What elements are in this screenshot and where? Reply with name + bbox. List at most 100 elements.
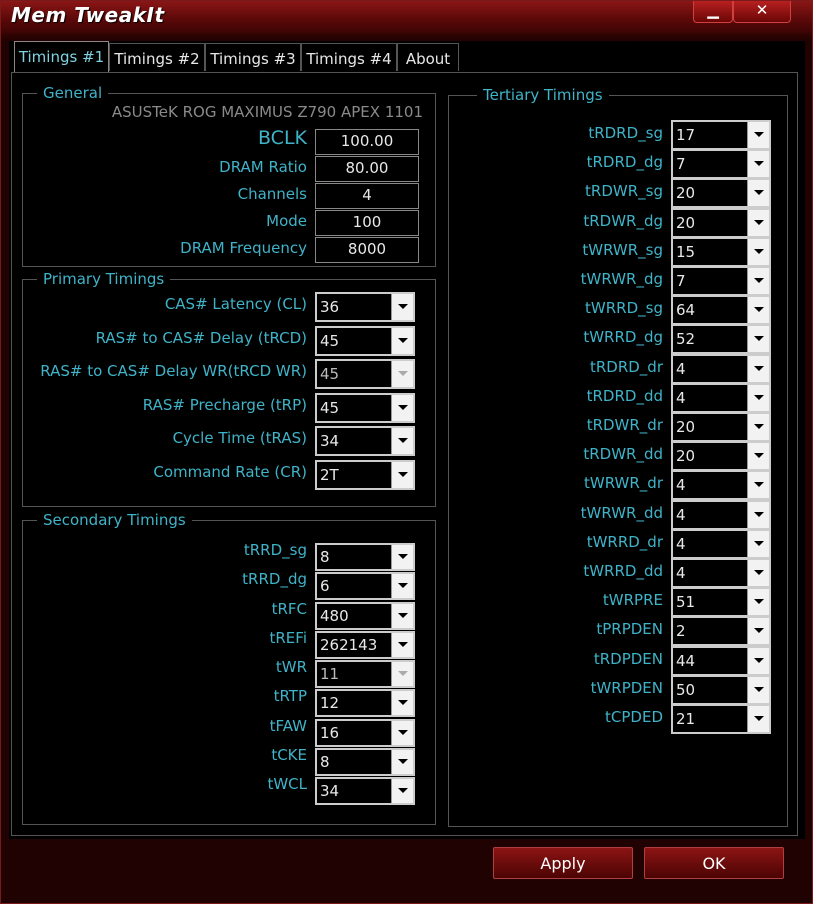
tertiary-tprpden-select[interactable]: 2 (671, 616, 771, 646)
tab-timings-1[interactable]: Timings #1 (14, 41, 109, 73)
dropdown-button[interactable] (391, 750, 413, 774)
dropdown-button[interactable] (391, 294, 413, 320)
primary-ras-to-cas-delay-trcd-select[interactable]: 45 (315, 326, 415, 356)
dropdown-button[interactable] (391, 395, 413, 421)
select-value: 4 (676, 360, 686, 378)
tab-timings-4[interactable]: Timings #4 (301, 43, 397, 71)
chevron-down-icon (754, 599, 764, 604)
dropdown-button[interactable] (391, 545, 413, 569)
dropdown-button[interactable] (747, 706, 769, 732)
secondary-twcl-select[interactable]: 34 (315, 777, 415, 805)
tertiary-trdwr-dr-select[interactable]: 20 (671, 412, 771, 442)
tertiary-twrrd-sg-select[interactable]: 64 (671, 295, 771, 325)
tertiary-twrwr-dr-select[interactable]: 4 (671, 470, 771, 500)
dropdown-button[interactable] (391, 574, 413, 598)
tab-panel: General ASUSTeK ROG MAXIMUS Z790 APEX 11… (11, 72, 798, 836)
secondary-tcke-select[interactable]: 8 (315, 748, 415, 776)
select-value: 34 (320, 782, 340, 800)
dropdown-button[interactable] (747, 414, 769, 440)
tertiary-twrpden-select[interactable]: 50 (671, 675, 771, 705)
dropdown-button[interactable] (747, 385, 769, 411)
title-bar[interactable]: Mem TweakIt ▁ ✕ (1, 1, 812, 33)
select-value: 64 (676, 301, 696, 319)
dropdown-button[interactable] (747, 210, 769, 236)
tertiary-trdrd-dd-label: tRDRD_dd (586, 387, 663, 405)
dropdown-button[interactable] (747, 531, 769, 557)
dropdown-button[interactable] (391, 428, 413, 454)
tertiary-trdrd-dr-select[interactable]: 4 (671, 354, 771, 384)
dropdown-button[interactable] (391, 462, 413, 488)
primary-ras-to-cas-delay-wr-trcd-wr-select: 45 (315, 359, 415, 389)
tertiary-trdrd-sg-select[interactable]: 17 (671, 120, 771, 150)
tab-timings-2[interactable]: Timings #2 (109, 43, 205, 71)
dropdown-button[interactable] (747, 326, 769, 352)
primary-ras-to-cas-delay-wr-trcd-wr-label: RAS# to CAS# Delay WR(tRCD WR) (40, 362, 307, 380)
tertiary-trdrd-dg-select[interactable]: 7 (671, 149, 771, 179)
primary-cycle-time-tras-select[interactable]: 34 (315, 426, 415, 456)
dropdown-button[interactable] (747, 122, 769, 148)
dropdown-button[interactable] (747, 180, 769, 206)
dropdown-button[interactable] (747, 472, 769, 498)
secondary-trefi-select[interactable]: 262143 (315, 631, 415, 659)
primary-cas-latency-cl-select[interactable]: 36 (315, 292, 415, 322)
chevron-down-icon (754, 541, 764, 546)
select-value: 21 (676, 710, 696, 728)
secondary-trrd-sg-select[interactable]: 8 (315, 543, 415, 571)
tertiary-trdrd-dd-select[interactable]: 4 (671, 383, 771, 413)
tertiary-twrrd-dd-select[interactable]: 4 (671, 558, 771, 588)
tertiary-tcpded-select[interactable]: 21 (671, 704, 771, 734)
dropdown-button[interactable] (747, 356, 769, 382)
minimize-button[interactable]: ▁ (693, 1, 733, 23)
dropdown-button[interactable] (391, 691, 413, 715)
select-value: 6 (320, 577, 330, 595)
dropdown-button[interactable] (747, 677, 769, 703)
secondary-trtp-select[interactable]: 12 (315, 689, 415, 717)
dropdown-button[interactable] (747, 502, 769, 528)
dropdown-button[interactable] (391, 328, 413, 354)
dropdown-button[interactable] (747, 151, 769, 177)
tertiary-trdwr-dd-select[interactable]: 20 (671, 441, 771, 471)
dropdown-button[interactable] (747, 560, 769, 586)
dropdown-button[interactable] (747, 297, 769, 323)
select-value: 2 (676, 622, 686, 640)
dropdown-button[interactable] (391, 604, 413, 628)
tertiary-twrwr-dd-select[interactable]: 4 (671, 500, 771, 530)
dropdown-button[interactable] (747, 618, 769, 644)
dropdown-button[interactable] (391, 779, 413, 803)
secondary-trfc-label: tRFC (271, 600, 307, 618)
tertiary-twrrd-dr-select[interactable]: 4 (671, 529, 771, 559)
tertiary-trdwr-sg-select[interactable]: 20 (671, 178, 771, 208)
tertiary-tprpden-label: tPRPDEN (596, 620, 663, 638)
tertiary-trdwr-dr-label: tRDWR_dr (586, 416, 663, 434)
select-value: 8 (320, 753, 330, 771)
secondary-trrd-dg-select[interactable]: 6 (315, 572, 415, 600)
dropdown-button[interactable] (391, 633, 413, 657)
apply-button[interactable]: Apply (493, 847, 633, 879)
primary-ras-precharge-trp-label: RAS# Precharge (tRP) (142, 396, 307, 414)
chevron-down-icon (754, 161, 764, 166)
dropdown-button (391, 662, 413, 686)
tertiary-twrrd-dg-select[interactable]: 52 (671, 324, 771, 354)
tab-about[interactable]: About (397, 43, 459, 71)
dropdown-button[interactable] (747, 648, 769, 674)
primary-command-rate-cr-select[interactable]: 2T (315, 460, 415, 490)
primary-ras-precharge-trp-select[interactable]: 45 (315, 393, 415, 423)
ok-button[interactable]: OK (644, 847, 784, 879)
dropdown-button[interactable] (747, 268, 769, 294)
secondary-trfc-select[interactable]: 480 (315, 602, 415, 630)
tertiary-twrwr-sg-select[interactable]: 15 (671, 237, 771, 267)
close-button[interactable]: ✕ (733, 1, 791, 23)
dropdown-button[interactable] (747, 239, 769, 265)
tertiary-twrpden-label: tWRPDEN (590, 679, 663, 697)
dropdown-button[interactable] (391, 721, 413, 745)
tab-timings-3[interactable]: Timings #3 (205, 43, 301, 71)
window-title: Mem TweakIt (11, 3, 165, 27)
tertiary-twrpre-select[interactable]: 51 (671, 587, 771, 617)
dropdown-button[interactable] (747, 589, 769, 615)
dropdown-button[interactable] (747, 443, 769, 469)
tertiary-trdwr-dg-select[interactable]: 20 (671, 208, 771, 238)
primary-timings-group: Primary Timings CAS# Latency (CL) 36 RAS# … (22, 269, 436, 507)
tertiary-trdpden-select[interactable]: 44 (671, 646, 771, 676)
secondary-tfaw-select[interactable]: 16 (315, 719, 415, 747)
tertiary-twrwr-dg-select[interactable]: 7 (671, 266, 771, 296)
